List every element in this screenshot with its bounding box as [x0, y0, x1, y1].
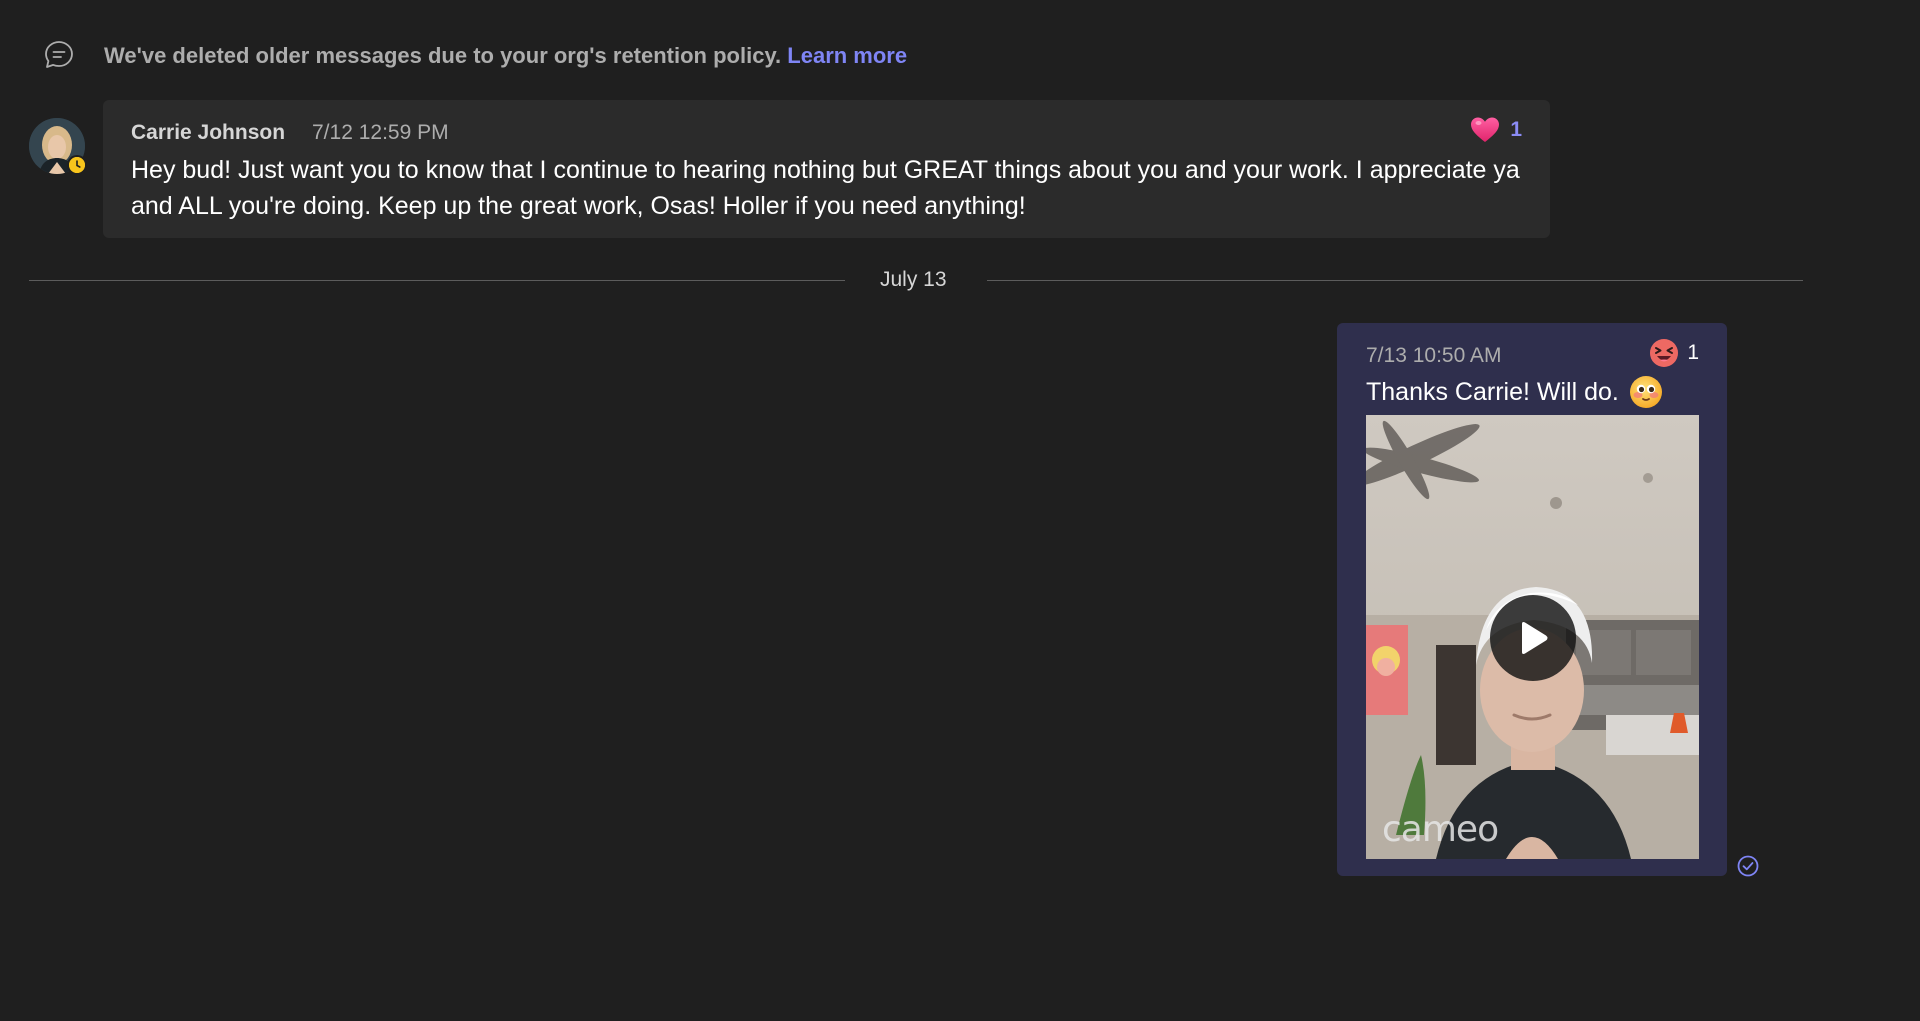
message-timestamp: 7/13 10:50 AM: [1366, 344, 1502, 367]
incoming-message[interactable]: Carrie Johnson 7/12 12:59 PM 1 Hey bud! …: [103, 100, 1550, 238]
laugh-reaction[interactable]: 1: [1649, 338, 1699, 368]
presence-away-icon: [67, 155, 87, 175]
read-receipt-icon: [1737, 855, 1759, 877]
reaction-count: 1: [1687, 341, 1699, 364]
retention-notice-message: We've deleted older messages due to your…: [104, 43, 782, 68]
retention-notice-text: We've deleted older messages due to your…: [104, 43, 907, 69]
outgoing-message[interactable]: 7/13 10:50 AM 1 Thanks Carrie! Will do.: [1337, 323, 1727, 876]
laughing-face-icon: [1650, 339, 1679, 367]
blushing-face-icon: [1629, 376, 1662, 408]
play-button[interactable]: [1490, 595, 1576, 681]
sender-name[interactable]: Carrie Johnson: [131, 121, 285, 145]
message-text: Thanks Carrie! Will do.: [1366, 377, 1619, 406]
chat-thread: We've deleted older messages due to your…: [0, 0, 1920, 1021]
play-icon: [1522, 622, 1548, 654]
message-body: Hey bud! Just want you to know that I co…: [131, 156, 1520, 220]
message-timestamp: 7/12 12:59 PM: [312, 121, 449, 144]
chat-bubble-icon: [45, 41, 73, 68]
heart-icon: [1471, 117, 1500, 142]
reaction-count: 1: [1510, 118, 1522, 141]
message-body: Thanks Carrie! Will do.: [1366, 375, 1663, 409]
divider-line-right: [987, 280, 1803, 281]
date-divider-label: July 13: [880, 268, 947, 291]
video-watermark: cameo: [1382, 809, 1499, 850]
video-attachment[interactable]: cameo: [1366, 415, 1699, 859]
avatar[interactable]: [29, 118, 87, 175]
heart-reaction[interactable]: 1: [1470, 116, 1522, 144]
divider-line-left: [29, 280, 845, 281]
learn-more-link[interactable]: Learn more: [787, 43, 907, 68]
